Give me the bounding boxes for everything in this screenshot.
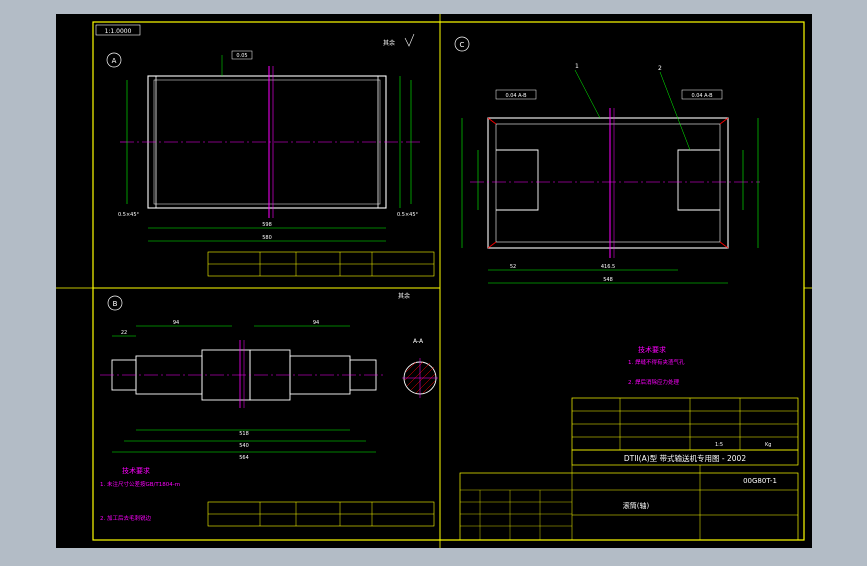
cad-viewport: 1:1.0000 A 其余 598 580 0.5×45° 0.5×45° 0.…	[0, 0, 867, 562]
tb-part-name: 滚筒(轴)	[623, 501, 650, 510]
view-a-roughness-note: 其余	[383, 39, 395, 47]
part-tag-2: 2	[658, 65, 662, 72]
dim-94-right-text: 94	[313, 320, 319, 326]
notes-b-item: 1. 未注尺寸公差按GB/T1804-m	[100, 480, 180, 488]
chamfer-left: 0.5×45°	[118, 212, 140, 218]
part-tag-1: 1	[575, 63, 579, 70]
tb-scale: 1:5	[715, 442, 723, 448]
tol-left-text: 0.04 A-B	[505, 93, 527, 99]
notes-c-heading: 技术要求	[638, 345, 666, 354]
notes-c-item: 2. 焊后消除应力处理	[628, 378, 679, 386]
dim-416-text: 416.5	[601, 264, 615, 270]
drawing-canvas: 1:1.0000 A 其余 598 580 0.5×45° 0.5×45° 0.…	[56, 14, 812, 548]
dim-518-text: 518	[239, 431, 249, 437]
dim-94-left-text: 94	[173, 320, 179, 326]
tb-drawing-no: 00G80T-1	[743, 477, 777, 485]
view-c-label: C	[460, 41, 465, 49]
tb-title: DTII(A)型 带式输送机专用图 - 2002	[624, 453, 746, 463]
tol-right-text: 0.04 A-B	[691, 93, 713, 99]
view-b-roughness-note: 其余	[398, 292, 410, 300]
notes-c-item: 1. 焊缝不得有夹渣气孔	[628, 358, 685, 366]
dim-inner-text: 580	[262, 235, 272, 241]
scale-tag: 1:1.0000	[105, 28, 132, 35]
chamfer-right: 0.5×45°	[397, 212, 419, 218]
notes-b-item: 2. 加工后去毛刺锐边	[100, 514, 151, 522]
notes-b-heading: 技术要求	[122, 466, 150, 475]
dim-564-text: 564	[239, 455, 249, 461]
dim-540-text: 540	[239, 443, 249, 449]
tb-weight: Kg	[765, 442, 771, 448]
dim-52-text: 52	[510, 264, 516, 270]
dim-22-text: 22	[121, 330, 127, 336]
view-b-label: B	[113, 300, 118, 308]
tolerance-value: 0.05	[236, 53, 247, 59]
dim-548-text: 548	[603, 277, 613, 283]
view-a-label: A	[112, 57, 117, 65]
section-label: A-A	[413, 338, 424, 345]
dim-total-text: 598	[262, 222, 272, 228]
